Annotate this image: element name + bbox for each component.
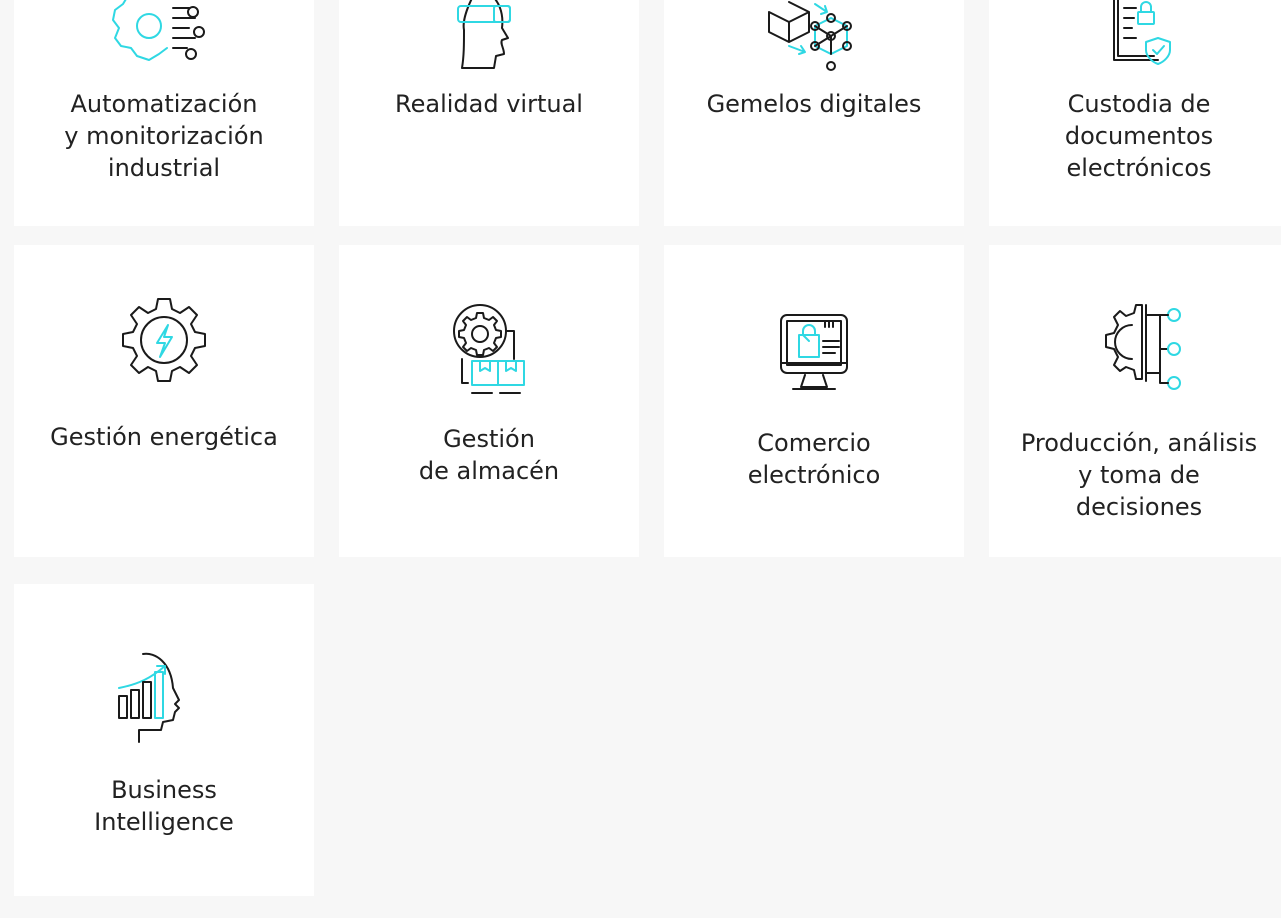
card-label: Producción, análisis y toma de decisione… — [1020, 429, 1258, 521]
card-label: Gemelos digitales — [706, 90, 922, 118]
card-document-custody[interactable]: Custodia de documentos electrónicos — [989, 0, 1281, 226]
gear-network-icon — [14, 0, 314, 72]
card-label: Business Intelligence — [94, 776, 234, 836]
card-energy-management[interactable]: Gestión energética — [14, 245, 314, 557]
card-ecommerce[interactable]: Comercio electrónico — [664, 245, 964, 557]
card-label: Gestión energética — [50, 423, 278, 451]
card-label: Realidad virtual — [395, 90, 583, 118]
card-production-decisions[interactable]: Producción, análisis y toma de decisione… — [989, 245, 1281, 557]
energy-gear-icon — [14, 297, 314, 382]
decision-gear-icon — [989, 301, 1281, 393]
card-label: Comercio electrónico — [747, 429, 881, 489]
card-label: Automatización y monitorización industri… — [64, 90, 264, 182]
vr-headset-icon — [339, 0, 639, 72]
warehouse-gear-icon — [339, 297, 639, 397]
secure-document-icon — [989, 0, 1281, 70]
card-business-intelligence[interactable]: Business Intelligence — [14, 584, 314, 896]
card-warehouse-management[interactable]: Gestión de almacén — [339, 245, 639, 557]
ecommerce-monitor-icon — [664, 313, 964, 397]
card-industrial-automation[interactable]: Automatización y monitorización industri… — [14, 0, 314, 226]
card-label: Gestión de almacén — [418, 425, 560, 485]
card-digital-twins[interactable]: Gemelos digitales — [664, 0, 964, 226]
card-label: Custodia de documentos electrónicos — [1064, 90, 1214, 182]
digital-twin-icon — [664, 0, 964, 78]
business-intelligence-icon — [14, 648, 314, 748]
card-virtual-reality[interactable]: Realidad virtual — [339, 0, 639, 226]
